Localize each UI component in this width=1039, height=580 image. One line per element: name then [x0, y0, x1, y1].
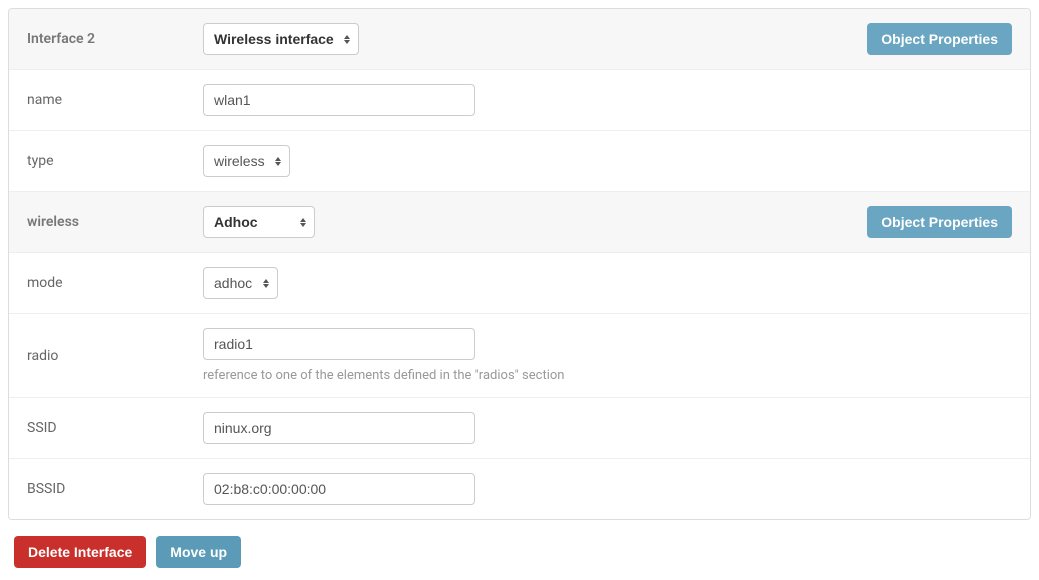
- field-row-mode: mode adhoc: [9, 253, 1030, 314]
- interface-title: Interface 2: [27, 31, 203, 47]
- footer-actions: Delete Interface Move up: [2, 526, 1037, 578]
- name-input[interactable]: [203, 84, 475, 116]
- interface-header-row: Interface 2 Wireless interface Object Pr…: [9, 9, 1030, 70]
- name-label: name: [27, 92, 203, 108]
- wireless-title: wireless: [27, 214, 203, 230]
- type-select[interactable]: wireless: [203, 145, 290, 177]
- ssid-label: SSID: [27, 420, 203, 436]
- type-label: type: [27, 153, 203, 169]
- wireless-object-properties-button[interactable]: Object Properties: [867, 206, 1012, 238]
- field-row-radio: radio reference to one of the elements d…: [9, 314, 1030, 398]
- object-properties-button[interactable]: Object Properties: [867, 23, 1012, 55]
- mode-label: mode: [27, 275, 203, 291]
- radio-label: radio: [27, 348, 203, 364]
- radio-input[interactable]: [203, 328, 475, 360]
- bssid-label: BSSID: [27, 481, 203, 497]
- wireless-preset-select[interactable]: Adhoc: [203, 206, 315, 238]
- delete-interface-button[interactable]: Delete Interface: [14, 536, 146, 568]
- wireless-header-row: wireless Adhoc Object Properties: [9, 192, 1030, 253]
- interface-type-select[interactable]: Wireless interface: [203, 23, 359, 55]
- bssid-input[interactable]: [203, 473, 475, 505]
- interface-panel: Interface 2 Wireless interface Object Pr…: [8, 8, 1031, 520]
- radio-help-text: reference to one of the elements defined…: [203, 368, 1012, 383]
- field-row-bssid: BSSID: [9, 459, 1030, 519]
- mode-select[interactable]: adhoc: [203, 267, 278, 299]
- move-up-button[interactable]: Move up: [156, 536, 241, 568]
- field-row-type: type wireless: [9, 131, 1030, 192]
- field-row-name: name: [9, 70, 1030, 131]
- field-row-ssid: SSID: [9, 398, 1030, 459]
- ssid-input[interactable]: [203, 412, 475, 444]
